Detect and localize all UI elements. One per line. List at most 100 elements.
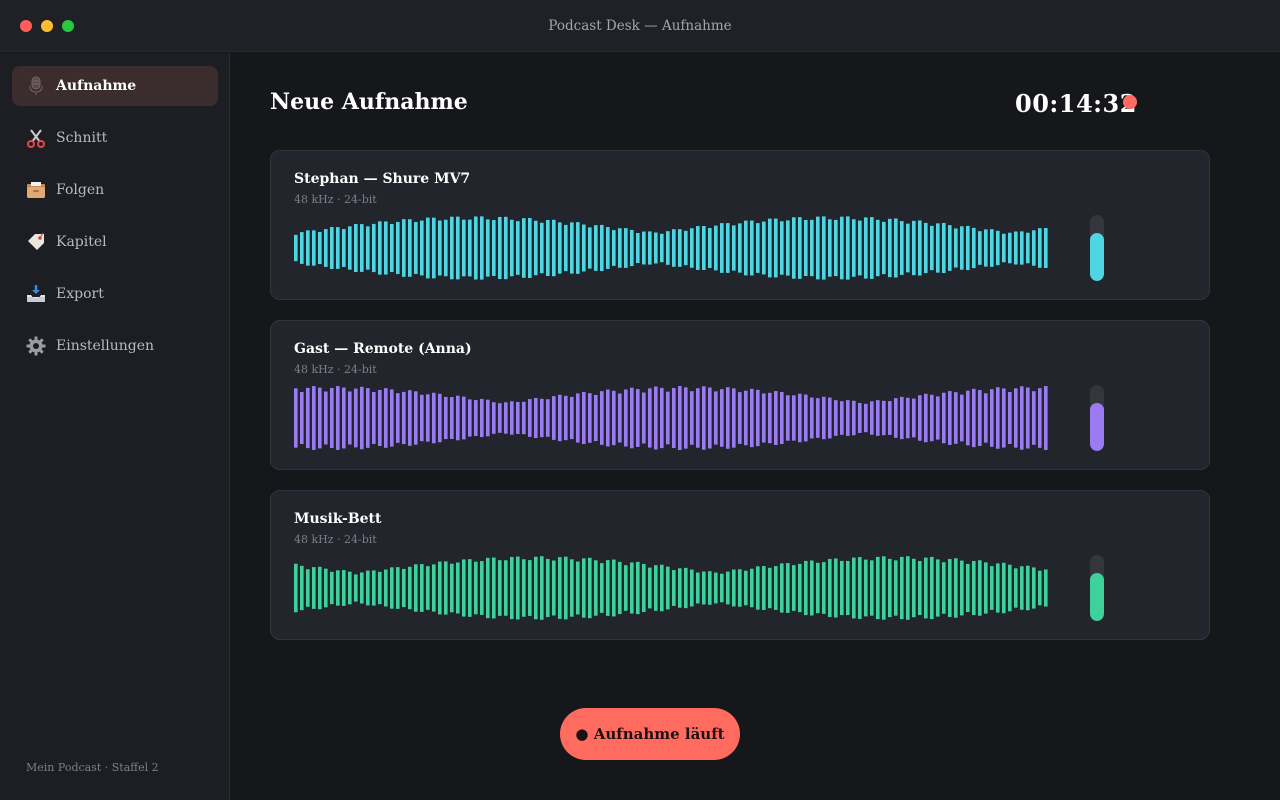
waveform-bar: [528, 217, 532, 279]
waveform-bar: [876, 219, 880, 277]
waveform-bar: [996, 563, 1000, 613]
waveform-bar: [996, 230, 1000, 266]
waveform-bar: [936, 396, 940, 440]
level-meter: [1090, 385, 1104, 451]
waveform-bar: [522, 559, 526, 617]
sidebar-item-schnitt[interactable]: Schnitt: [12, 118, 218, 158]
waveform-bar: [300, 565, 304, 611]
waveform-bar: [720, 389, 724, 447]
sidebar-item-aufnahme[interactable]: Aufnahme: [12, 66, 218, 106]
waveform-bar: [822, 216, 826, 280]
waveform-bar: [366, 388, 370, 448]
waveform-bar: [672, 229, 676, 267]
waveform-bar: [786, 220, 790, 276]
waveform-bar: [474, 216, 478, 280]
waveform-bar: [1014, 231, 1018, 265]
waveform-bar: [588, 557, 592, 619]
waveform-bar: [792, 217, 796, 279]
waveform-bar: [990, 229, 994, 267]
waveform-bar: [900, 221, 904, 275]
waveform-bar: [402, 391, 406, 445]
waveform-bar: [990, 566, 994, 610]
track-card[interactable]: Gast — Remote (Anna) 48 kHz · 24-bit: [270, 320, 1210, 470]
waveform-bar: [534, 397, 538, 439]
waveform-bar: [726, 571, 730, 605]
waveform-bar: [618, 561, 622, 615]
waveform-bar: [570, 396, 574, 440]
waveform-bar: [960, 560, 964, 616]
recording-status-button[interactable]: ● Aufnahme läuft: [560, 708, 740, 760]
waveform-bar: [600, 563, 604, 613]
waveform-bar: [654, 565, 658, 611]
tag-icon: [25, 231, 47, 253]
waveform-bar: [984, 229, 988, 267]
waveform-bar: [954, 392, 958, 444]
waveform-bar: [780, 221, 784, 275]
waveform-bar: [360, 224, 364, 272]
waveform-bar: [930, 556, 934, 620]
waveform-bar: [1038, 570, 1042, 606]
waveform-bar: [954, 228, 958, 268]
waveform-bar: [828, 558, 832, 618]
waveform-bar: [468, 399, 472, 437]
waveform-bar: [354, 224, 358, 272]
waveform-bar: [960, 394, 964, 442]
waveform-bar: [762, 393, 766, 443]
waveform-bar: [864, 559, 868, 617]
sidebar-item-folgen[interactable]: Folgen: [12, 170, 218, 210]
waveform-bar: [372, 392, 376, 444]
waveform-bar: [636, 233, 640, 263]
waveform-bar: [564, 224, 568, 272]
waveform-bar: [774, 566, 778, 610]
sidebar-item-label: Aufnahme: [56, 78, 137, 94]
waveform-bar: [606, 227, 610, 269]
waveform-bar: [558, 222, 562, 274]
waveform-bar: [432, 217, 436, 279]
window-title: Podcast Desk — Aufnahme: [548, 18, 732, 34]
recording-timer: 00:14:32: [1015, 89, 1137, 118]
waveform-bar: [798, 217, 802, 279]
waveform-bar: [1038, 388, 1042, 448]
waveform-bar: [576, 561, 580, 615]
waveform-bar: [912, 398, 916, 438]
waveform-bar: [582, 224, 586, 272]
sidebar-item-kapitel[interactable]: Kapitel: [12, 222, 218, 262]
waveform-bar: [486, 557, 490, 619]
waveform-bar: [402, 219, 406, 277]
track-waveform[interactable]: [294, 213, 1054, 283]
waveform-bar: [768, 392, 772, 444]
waveform-bar: [702, 571, 706, 605]
waveform-bar: [342, 387, 346, 449]
waveform-bar: [762, 566, 766, 610]
waveform-bar: [894, 398, 898, 438]
waveform-bar: [840, 560, 844, 616]
waveform-bar: [432, 564, 436, 612]
sidebar-item-einstellungen[interactable]: Einstellungen: [12, 326, 218, 366]
waveform-bar: [324, 568, 328, 608]
waveform-bar: [594, 560, 598, 616]
track-card[interactable]: Musik-Bett 48 kHz · 24-bit: [270, 490, 1210, 640]
waveform-bar: [750, 220, 754, 276]
recording-indicator: [1123, 95, 1137, 109]
folder-icon: [25, 179, 47, 201]
waveform-bar: [396, 221, 400, 275]
waveform-bar: [828, 219, 832, 277]
track-card[interactable]: Stephan — Shure MV7 48 kHz · 24-bit: [270, 150, 1210, 300]
track-waveform[interactable]: [294, 383, 1054, 453]
track-format: 48 kHz · 24-bit: [294, 363, 377, 376]
track-waveform[interactable]: [294, 553, 1054, 623]
waveform-bar: [978, 390, 982, 446]
sidebar-item-export[interactable]: Export: [12, 274, 218, 314]
waveform-bar: [390, 223, 394, 273]
waveform-bar: [852, 400, 856, 436]
waveform-bar: [372, 570, 376, 606]
waveform-bar: [942, 392, 946, 444]
waveform-bar: [534, 556, 538, 620]
track-name: Gast — Remote (Anna): [294, 341, 472, 357]
waveform-bar: [612, 230, 616, 266]
waveform-bar: [300, 232, 304, 264]
waveform-bar: [774, 218, 778, 278]
waveform-bar: [624, 389, 628, 447]
waveform-bar: [696, 226, 700, 270]
waveform-bar: [1026, 232, 1030, 264]
